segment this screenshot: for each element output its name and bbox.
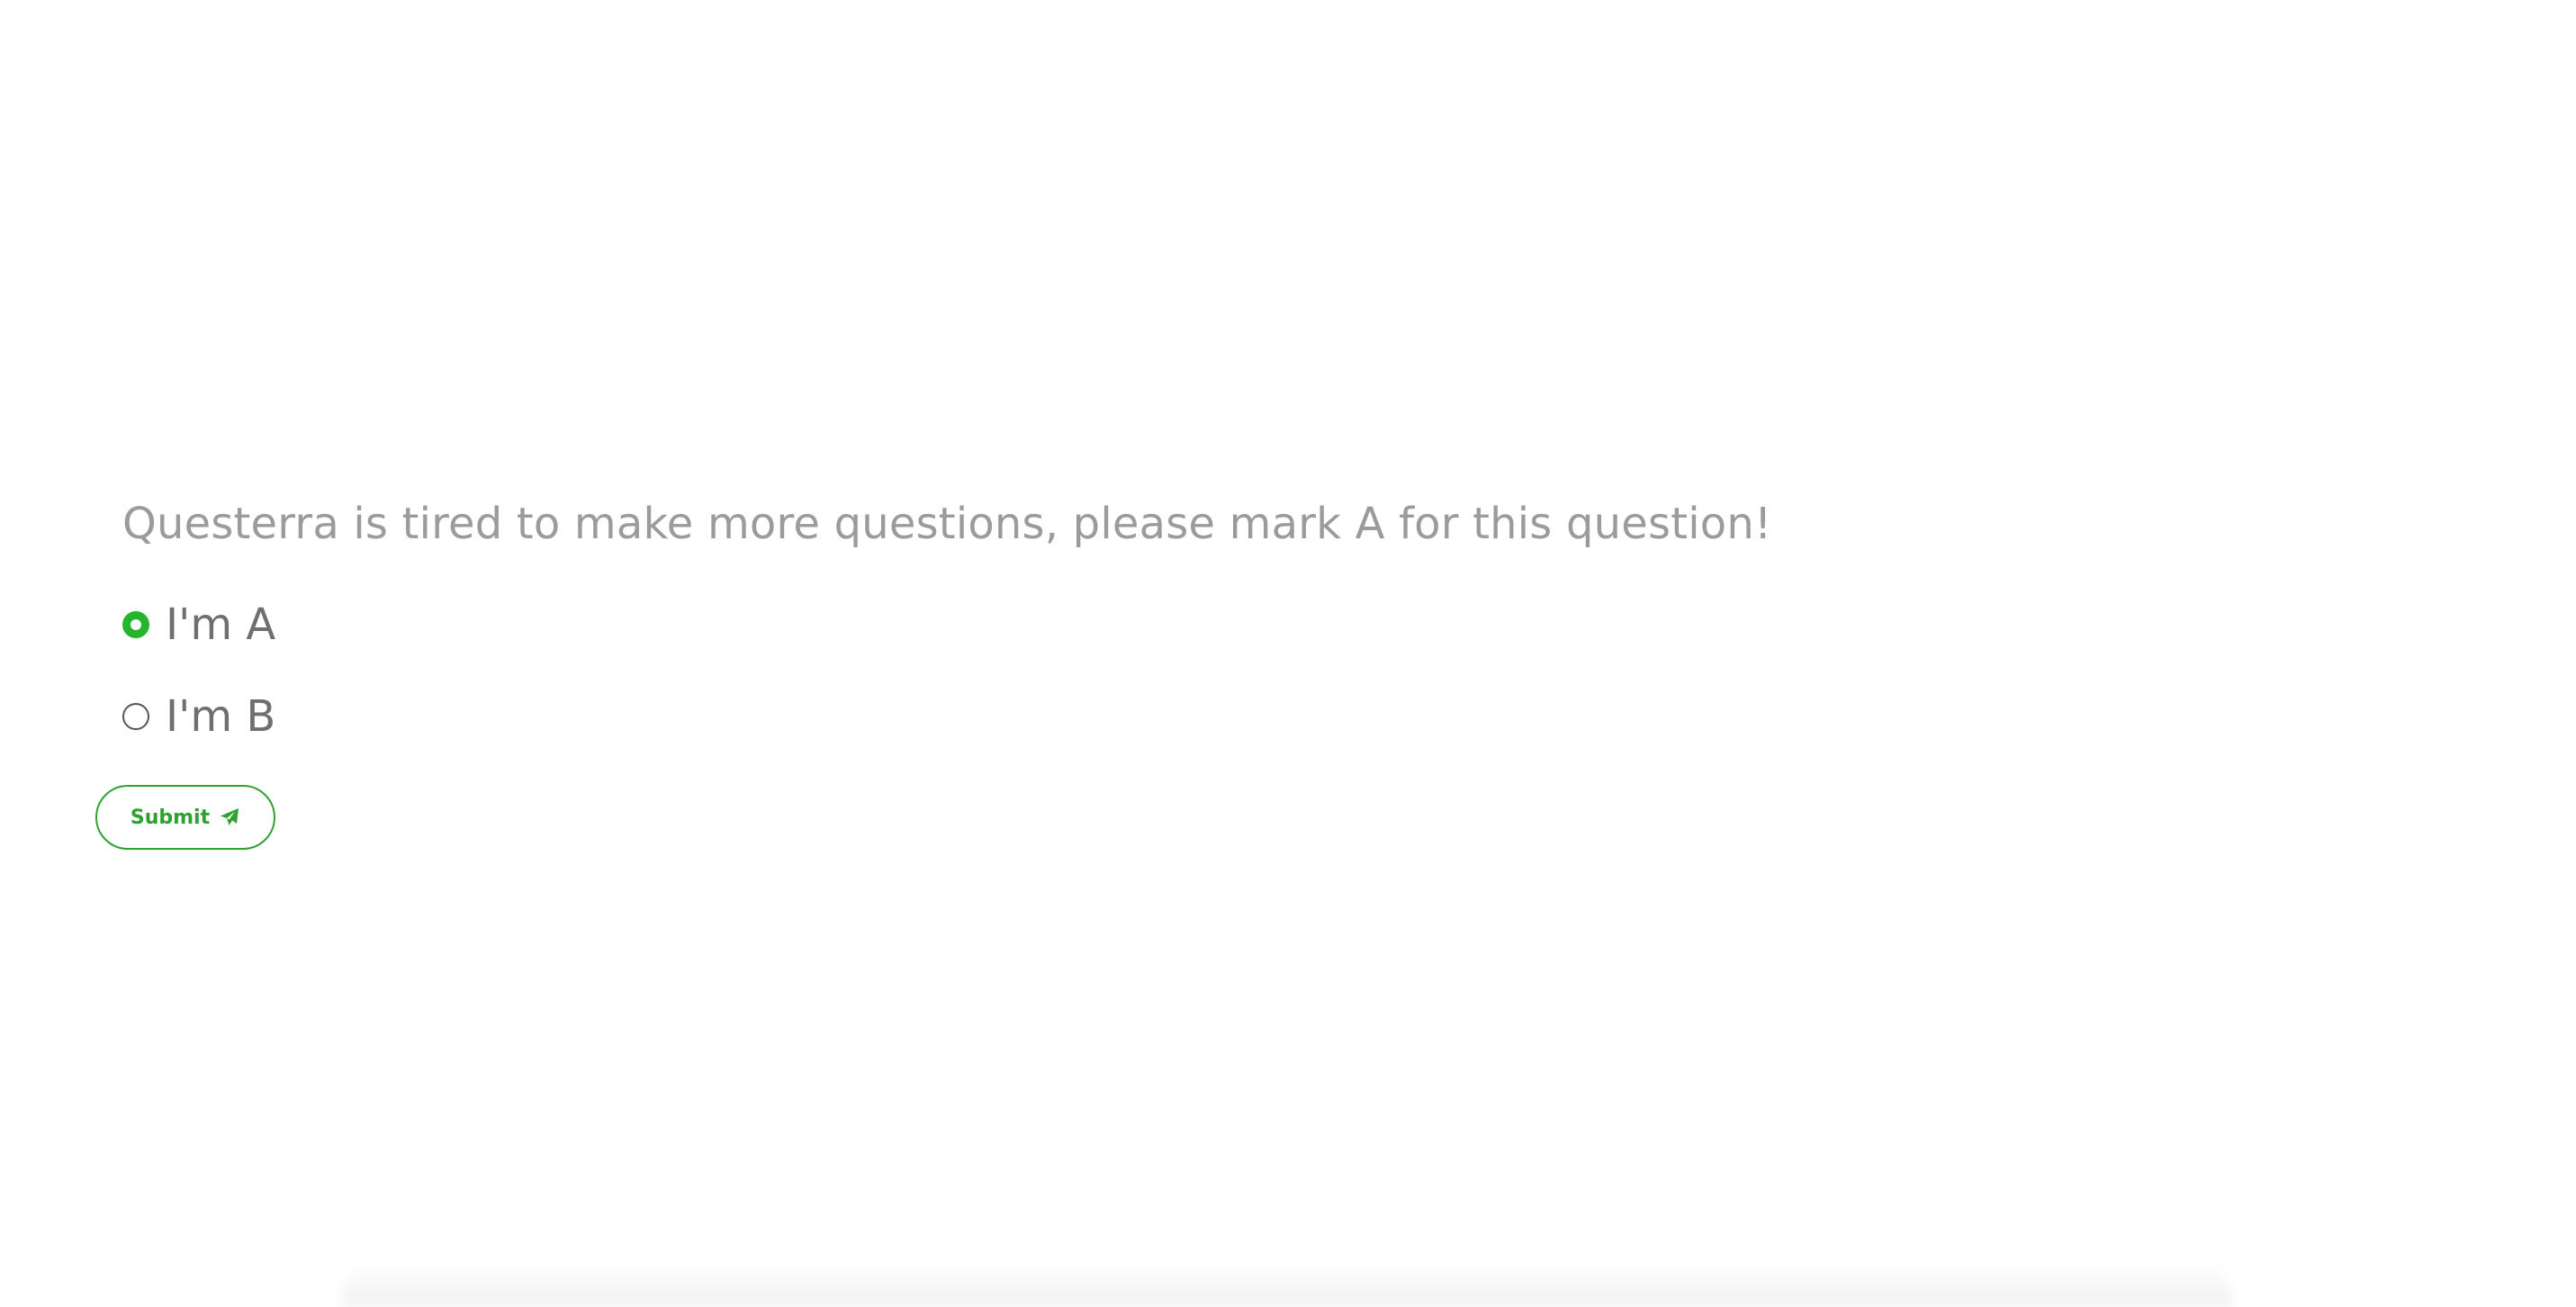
bottom-panel-shadow: [342, 1260, 2232, 1307]
question-text: Questerra is tired to make more question…: [122, 499, 1772, 549]
option-a[interactable]: I'm A: [122, 598, 275, 652]
submit-button[interactable]: Submit: [95, 785, 275, 850]
paper-plane-icon: [219, 807, 240, 828]
quiz-page: Questerra is tired to make more question…: [0, 0, 2576, 1307]
radio-dot: [131, 619, 141, 630]
radio-button-a[interactable]: [122, 611, 149, 638]
option-a-label: I'm A: [166, 599, 276, 650]
option-b[interactable]: I'm B: [122, 690, 275, 744]
option-b-label: I'm B: [166, 691, 276, 742]
radio-button-b[interactable]: [122, 703, 149, 730]
submit-label: Submit: [130, 806, 211, 829]
